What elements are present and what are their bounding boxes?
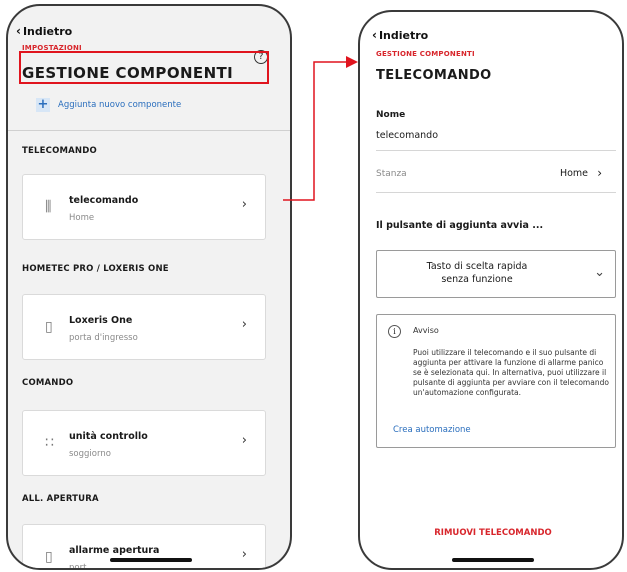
connector-line [283, 61, 346, 201]
select-value-line1: Tasto di scelta rapida [426, 261, 528, 272]
component-location: port [69, 563, 87, 570]
create-automation-link[interactable]: Crea automazione [393, 425, 471, 435]
breadcrumb: GESTIONE COMPONENTI [376, 50, 475, 58]
chevron-right-icon: › [241, 197, 247, 212]
divider [8, 130, 290, 131]
add-component-button[interactable]: + Aggiunta nuovo componente [36, 98, 181, 112]
remote-icon: ⫼ [45, 199, 52, 215]
door-sensor-icon: ▯ [45, 549, 53, 565]
component-location: Home [69, 213, 95, 223]
home-indicator[interactable] [110, 558, 192, 562]
back-button[interactable]: ‹ Indietro [16, 24, 72, 38]
name-label: Nome [376, 110, 406, 120]
room-value[interactable]: Home [560, 168, 588, 179]
home-indicator[interactable] [452, 558, 534, 562]
chevron-right-icon: › [241, 433, 247, 448]
add-button-function-select[interactable]: Tasto di scelta rapida senza funzione ⌄ [376, 250, 616, 298]
component-name: unità controllo [69, 431, 148, 442]
left-phone-screen: ‹ Indietro IMPOSTAZIONI GESTIONE COMPONE… [6, 4, 292, 570]
highlight-box [19, 51, 269, 84]
component-location: soggiorno [69, 449, 111, 459]
divider [376, 192, 616, 193]
notice-title: Avviso [413, 326, 439, 335]
component-card-remote[interactable]: ⫼ telecomando Home › [22, 174, 266, 240]
chevron-left-icon: ‹ [372, 28, 377, 42]
chevron-right-icon: › [241, 547, 247, 562]
chevron-left-icon: ‹ [16, 24, 21, 38]
plus-icon: + [36, 97, 50, 112]
divider [376, 150, 616, 151]
door-lock-icon: ▯ [45, 319, 53, 335]
notice-box: i Avviso Puoi utilizzare il telecomando … [376, 314, 616, 448]
component-name: allarme apertura [69, 545, 160, 556]
component-card-control-unit[interactable]: ∷ unità controllo soggiorno › [22, 410, 266, 476]
back-label: Indietro [22, 24, 73, 38]
component-location: porta d'ingresso [69, 333, 138, 343]
section-header-opening-alarm: ALL. APERTURA [22, 494, 99, 504]
component-name: Loxeris One [69, 315, 133, 326]
back-button[interactable]: ‹ Indietro [372, 28, 428, 42]
component-name: telecomando [69, 195, 139, 206]
section-header-remote: TELECOMANDO [22, 146, 97, 156]
chevron-down-icon: ⌄ [594, 265, 605, 280]
add-component-label: Aggiunta nuovo componente [58, 100, 182, 110]
section-header-hometec: HOMETEC PRO / LOXERIS ONE [22, 264, 169, 274]
keypad-icon: ∷ [45, 435, 54, 451]
arrow-head-icon [346, 56, 358, 68]
chevron-right-icon: › [241, 317, 247, 332]
remove-remote-button[interactable]: RIMUOVI TELECOMANDO [360, 528, 622, 538]
right-phone-screen: ‹ Indietro GESTIONE COMPONENTI TELECOMAN… [358, 10, 624, 570]
select-value-line2: senza funzione [441, 274, 513, 285]
info-icon: i [388, 325, 401, 338]
select-value: Tasto di scelta rapida senza funzione [377, 260, 577, 286]
component-card-loxeris[interactable]: ▯ Loxeris One porta d'ingresso › [22, 294, 266, 360]
room-label: Stanza [376, 169, 407, 179]
section-header-command: COMANDO [22, 378, 74, 388]
back-label: Indietro [378, 28, 429, 42]
notice-body: Puoi utilizzare il telecomando e il suo … [413, 348, 609, 397]
name-field[interactable]: telecomando [376, 130, 438, 141]
page-title: TELECOMANDO [376, 68, 492, 83]
add-button-question: Il pulsante di aggiunta avvia ... [376, 220, 544, 231]
component-card-opening-alarm[interactable]: ▯ allarme apertura port › [22, 524, 266, 570]
chevron-right-icon[interactable]: › [597, 166, 602, 180]
